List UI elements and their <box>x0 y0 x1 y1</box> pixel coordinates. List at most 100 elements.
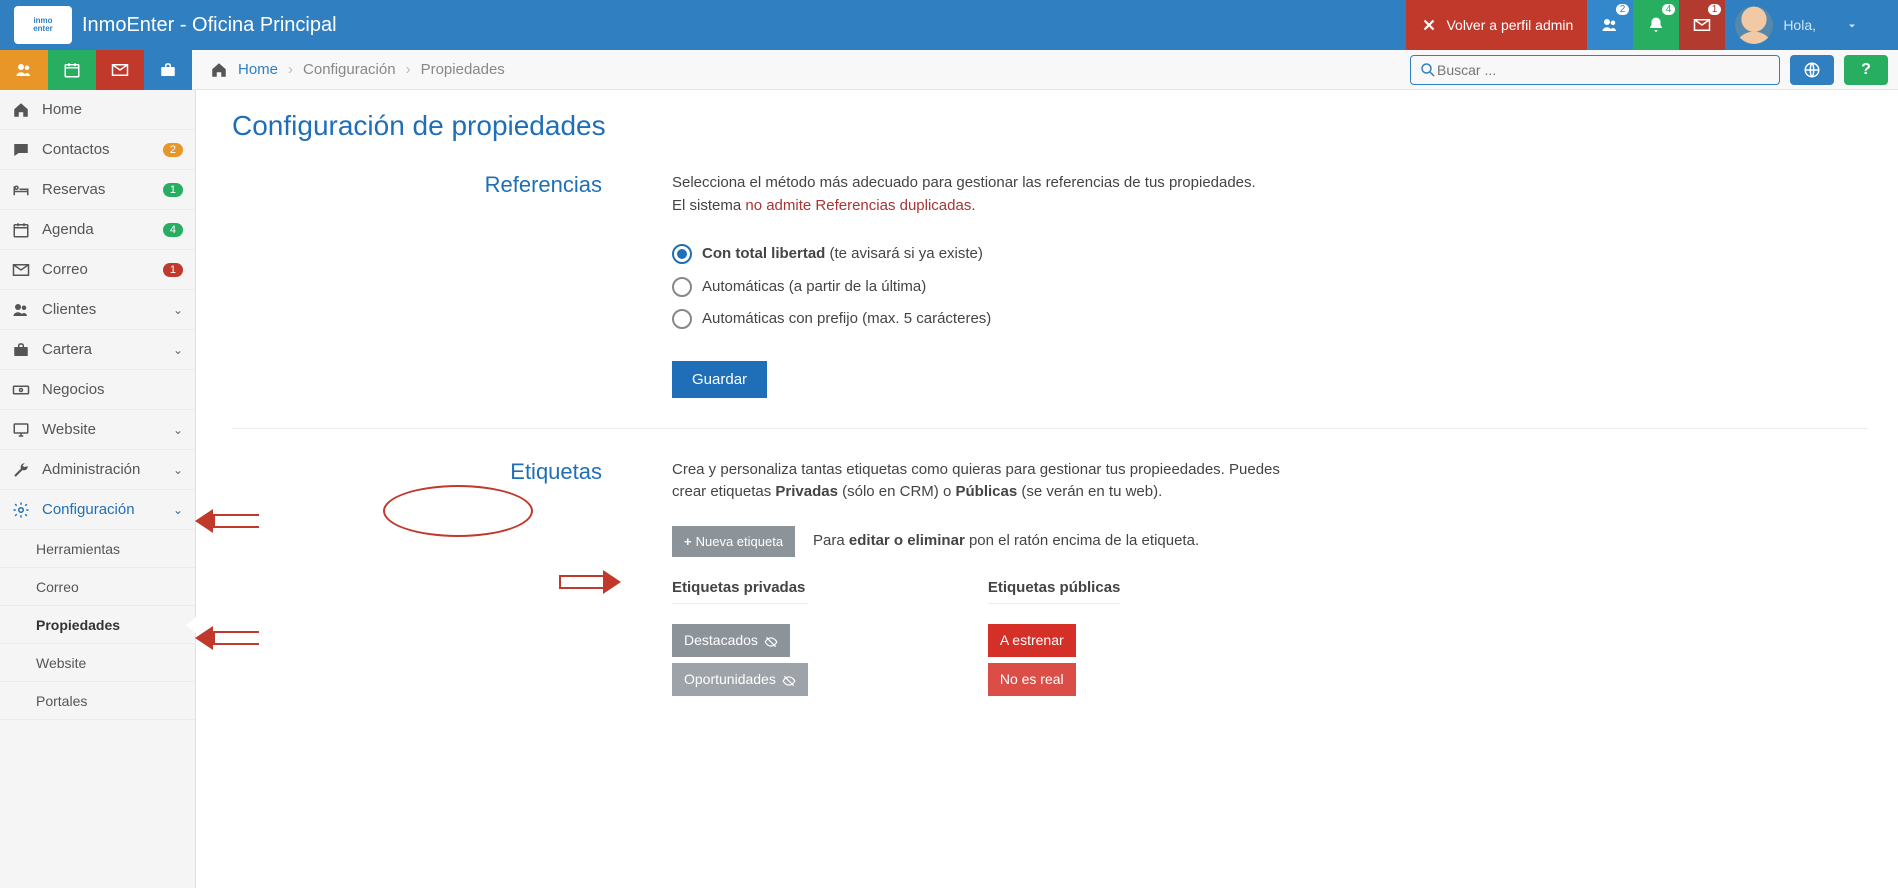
sidebar-item-label: Cartera <box>42 341 92 358</box>
sidebar-item-administracion[interactable]: Administración ⌄ <box>0 450 195 490</box>
chat-icon <box>12 141 30 159</box>
sidebar-item-clientes[interactable]: Clientes⌄ <box>0 290 195 330</box>
ref-desc2b: no admite Referencias duplicadas <box>745 197 971 214</box>
bed-icon <box>12 181 30 199</box>
quick-users-button[interactable] <box>0 50 48 90</box>
close-icon <box>1420 16 1438 34</box>
tag-oportunidades[interactable]: Oportunidades <box>672 663 808 696</box>
sidebar-item-configuracion[interactable]: Configuración⌄ <box>0 490 195 530</box>
sidebar-sub-portales[interactable]: Portales <box>0 682 195 720</box>
sidebar-sub-label: Website <box>36 655 86 671</box>
active-caret-icon <box>186 617 196 633</box>
tag-label: Oportunidades <box>684 669 776 690</box>
users-icon <box>15 61 33 79</box>
home-icon <box>12 101 30 119</box>
tags-desc-c: (sólo en CRM) o <box>838 483 956 500</box>
tags-col-public-title: Etiquetas públicas <box>988 577 1121 605</box>
return-admin-button[interactable]: Volver a perfil admin <box>1406 0 1587 50</box>
eye-off-icon <box>782 673 796 687</box>
content: Configuración de propiedades Referencias… <box>196 90 1898 888</box>
sidebar-sub-label: Propiedades <box>36 617 120 633</box>
tags-desc-e: (se verán en tu web). <box>1017 483 1162 500</box>
section-referencias: Referencias Selecciona el método más ade… <box>232 172 1868 429</box>
tag-label: A estrenar <box>1000 630 1064 651</box>
sidebar-item-home[interactable]: Home <box>0 90 195 130</box>
ref-desc1: Selecciona el método más adecuado para g… <box>672 172 1292 195</box>
section-label-etiquetas: Etiquetas <box>510 459 602 485</box>
section-etiquetas: Etiquetas Crea y personaliza tantas etiq… <box>232 459 1868 733</box>
tags-columns: Etiquetas privadas Destacados Oportunida… <box>672 577 1292 703</box>
sidebar-item-correo[interactable]: Correo 1 <box>0 250 195 290</box>
toolbar-right: ? <box>1410 55 1898 85</box>
bell-icon <box>1647 16 1665 34</box>
sidebar-item-label: Administración <box>42 461 140 478</box>
ref-desc2: El sistema no admite Referencias duplica… <box>672 195 1292 218</box>
eye-off-icon <box>764 634 778 648</box>
sidebar-badge: 1 <box>163 263 183 277</box>
users-icon <box>12 301 30 319</box>
calendar-icon <box>63 61 81 79</box>
top-mail-button[interactable]: 1 <box>1679 0 1725 50</box>
sidebar-item-reservas[interactable]: Reservas1 <box>0 170 195 210</box>
users-icon <box>1601 16 1619 34</box>
toolbar: Home › Configuración › Propiedades ? <box>0 50 1898 90</box>
quick-briefcase-button[interactable] <box>144 50 192 90</box>
sidebar-item-negocios[interactable]: Negocios <box>0 370 195 410</box>
sidebar-item-label: Reservas <box>42 181 105 198</box>
ref-option-3[interactable]: Automáticas con prefijo (max. 5 carácter… <box>672 308 1292 331</box>
sidebar-item-cartera[interactable]: Cartera⌄ <box>0 330 195 370</box>
breadcrumb-properties: Propiedades <box>421 61 505 78</box>
tag-no-es-real[interactable]: No es real <box>988 663 1076 696</box>
tags-help: Para editar o eliminar pon el ratón enci… <box>813 530 1199 553</box>
ref-opt1-rest: (te avisará si ya existe) <box>825 245 983 262</box>
tags-col-private: Etiquetas privadas Destacados Oportunida… <box>672 577 808 703</box>
sidebar-item-label: Negocios <box>42 381 105 398</box>
avatar[interactable] <box>1735 6 1773 44</box>
quick-mail-button[interactable] <box>96 50 144 90</box>
logo: inmoenter <box>14 6 72 44</box>
app-title: InmoEnter - Oficina Principal <box>82 14 337 37</box>
search-box[interactable] <box>1410 55 1780 85</box>
search-input[interactable] <box>1437 62 1771 78</box>
tag-destacados[interactable]: Destacados <box>672 624 790 657</box>
help-icon: ? <box>1861 61 1871 79</box>
briefcase-icon <box>159 61 177 79</box>
topbar: inmoenter InmoEnter - Oficina Principal … <box>0 0 1898 50</box>
breadcrumb-home[interactable]: Home <box>238 61 278 78</box>
chevron-down-icon: ⌄ <box>173 463 183 477</box>
wrench-icon <box>12 461 30 479</box>
sidebar-item-label: Clientes <box>42 301 96 318</box>
sidebar-item-label: Correo <box>42 261 88 278</box>
radio-icon <box>672 309 692 329</box>
chevron-down-icon: ⌄ <box>173 423 183 437</box>
tags-desc-b: Privadas <box>775 483 838 500</box>
ref-option-2[interactable]: Automáticas (a partir de la última) <box>672 276 1292 299</box>
top-users-button[interactable]: 2 <box>1587 0 1633 50</box>
new-tag-label: Nueva etiqueta <box>696 534 783 549</box>
money-icon <box>12 381 30 399</box>
sidebar-item-website[interactable]: Website⌄ <box>0 410 195 450</box>
sidebar-sub-herramientas[interactable]: Herramientas <box>0 530 195 568</box>
plus-icon: + <box>684 534 692 549</box>
calendar-icon <box>12 221 30 239</box>
new-tag-button[interactable]: + Nueva etiqueta <box>672 526 795 557</box>
save-button[interactable]: Guardar <box>672 361 767 398</box>
tag-a-estrenar[interactable]: A estrenar <box>988 624 1076 657</box>
search-icon <box>1419 61 1437 79</box>
sidebar-item-contactos[interactable]: Contactos2 <box>0 130 195 170</box>
top-notifications-button[interactable]: 4 <box>1633 0 1679 50</box>
toolbar-help-button[interactable]: ? <box>1844 55 1888 85</box>
ref-option-1[interactable]: Con total libertad (te avisará si ya exi… <box>672 243 1292 266</box>
ref-opt3: Automáticas con prefijo (max. 5 carácter… <box>702 308 991 331</box>
quick-calendar-button[interactable] <box>48 50 96 90</box>
sidebar-sub-propiedades[interactable]: Propiedades <box>0 606 195 644</box>
sidebar-sub-website[interactable]: Website <box>0 644 195 682</box>
toolbar-globe-button[interactable] <box>1790 55 1834 85</box>
sidebar-sub-correo[interactable]: Correo <box>0 568 195 606</box>
ref-opt1-bold: Con total libertad <box>702 245 825 262</box>
section-label-referencias: Referencias <box>485 172 602 198</box>
tags-desc: Crea y personaliza tantas etiquetas como… <box>672 459 1292 504</box>
greeting[interactable]: Hola, <box>1783 17 1858 33</box>
sidebar-item-agenda[interactable]: Agenda4 <box>0 210 195 250</box>
home-icon <box>210 61 228 79</box>
